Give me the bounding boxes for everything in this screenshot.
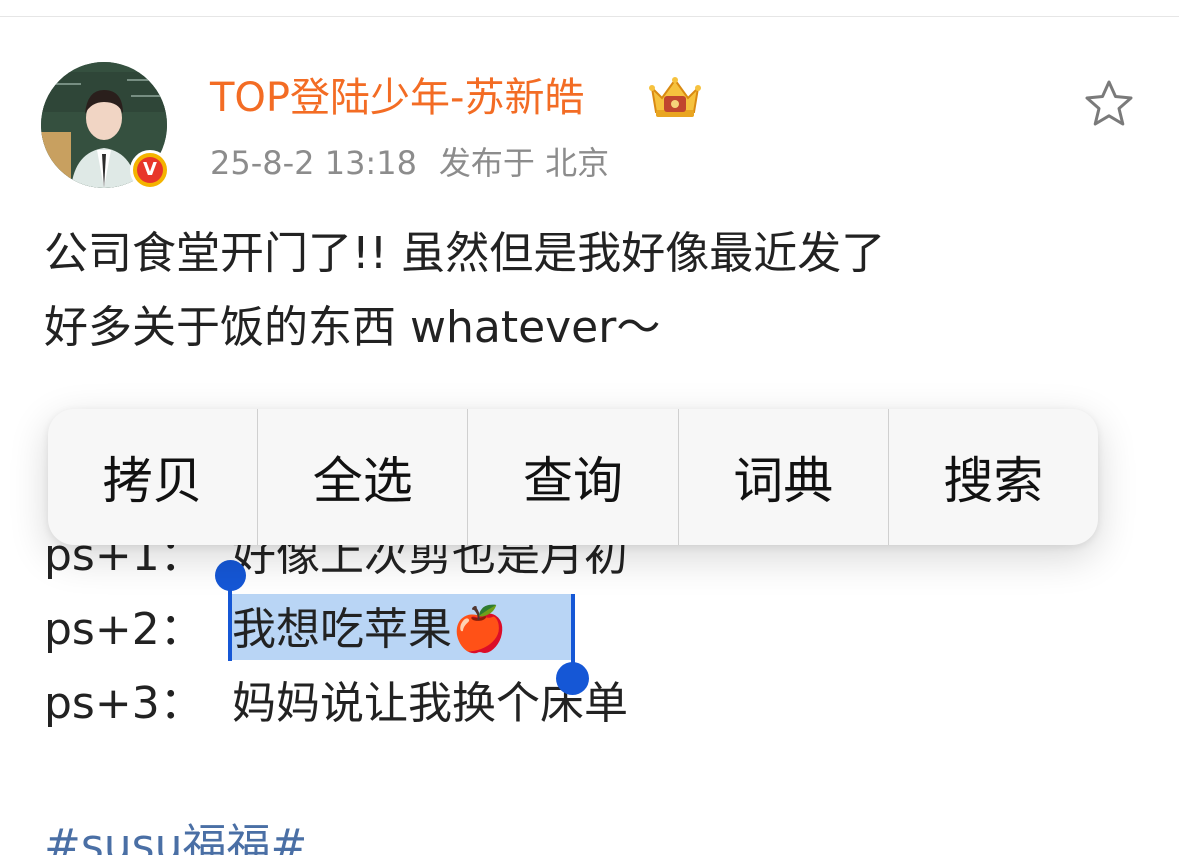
menu-item-select-all[interactable]: 全选 — [258, 409, 469, 545]
username[interactable]: TOP登陆少年-苏新皓 — [210, 72, 584, 124]
menu-item-copy[interactable]: 拷贝 — [48, 409, 259, 545]
post-body-line-2[interactable]: 好多关于饭的东西 whatever～ — [44, 300, 660, 356]
top-divider — [0, 16, 1179, 17]
post-meta: 25-8-2 13:18 发布于 北京 — [210, 142, 631, 184]
star-icon[interactable] — [1083, 78, 1135, 130]
ps-line-2[interactable]: ps+2： 我想吃苹果🍎 — [44, 602, 507, 658]
text-context-menu: 拷贝 全选 查询 词典 搜索 — [48, 409, 1098, 545]
ps-label: ps+2： — [44, 604, 204, 655]
post-location: 发布于 北京 — [438, 144, 610, 182]
ps-line-3[interactable]: ps+3： 妈妈说让我换个床单 — [44, 676, 628, 732]
hashtag-link[interactable]: #susu福福# — [44, 818, 307, 855]
menu-item-dictionary[interactable]: 词典 — [679, 409, 889, 545]
menu-item-look-up[interactable]: 查询 — [468, 409, 679, 545]
verified-badge-icon: V — [130, 150, 170, 190]
menu-item-search[interactable]: 搜索 — [889, 409, 1098, 545]
selection-end-handle[interactable] — [556, 662, 589, 695]
crown-badge-icon[interactable] — [646, 72, 704, 122]
ps-text-selected: 我想吃苹果🍎 — [232, 604, 507, 655]
ps-label: ps+3： — [44, 678, 204, 729]
verified-badge-label: V — [137, 157, 163, 183]
post-timestamp: 25-8-2 13:18 — [210, 144, 417, 182]
weibo-post-view: V TOP登陆少年-苏新皓 25-8-2 13:18 发布于 北京 公司食堂开门了… — [0, 0, 1179, 855]
selection-start-handle[interactable] — [215, 560, 246, 591]
post-body-line-1[interactable]: 公司食堂开门了!! 虽然但是我好像最近发了 — [44, 226, 885, 282]
